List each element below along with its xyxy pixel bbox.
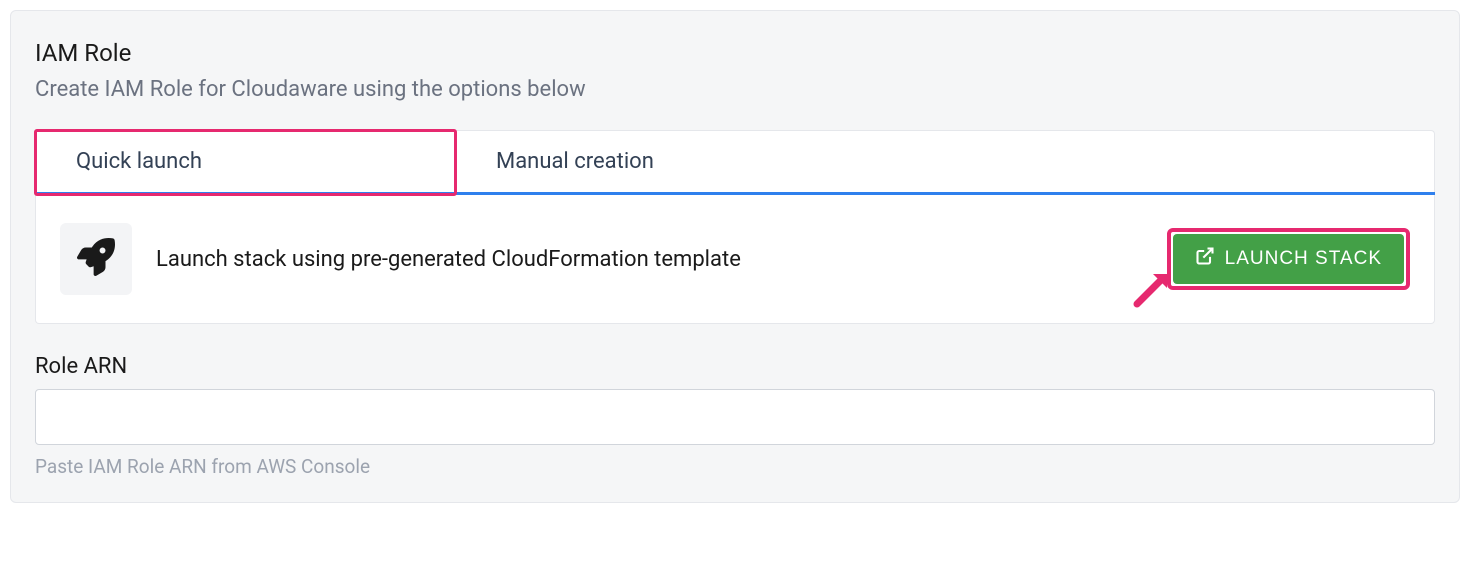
annotation-highlight-button: LAUNCH STACK: [1167, 228, 1410, 290]
launch-button-label: LAUNCH STACK: [1225, 248, 1382, 270]
launch-description: Launch stack using pre-generated CloudFo…: [156, 247, 1143, 272]
external-link-icon: [1195, 246, 1215, 272]
launch-stack-button[interactable]: LAUNCH STACK: [1173, 234, 1404, 284]
annotation-arrow-icon: [1133, 266, 1175, 308]
tab-label: Quick launch: [76, 149, 202, 174]
section-title: IAM Role: [35, 39, 1435, 67]
role-arn-input[interactable]: [35, 389, 1435, 445]
tab-quick-launch[interactable]: Quick launch: [35, 130, 455, 192]
quick-launch-content: Launch stack using pre-generated CloudFo…: [35, 195, 1435, 324]
section-subtitle: Create IAM Role for Cloudaware using the…: [35, 77, 1435, 102]
rocket-icon: [77, 238, 115, 280]
rocket-icon-box: [60, 223, 132, 295]
iam-role-panel: IAM Role Create IAM Role for Cloudaware …: [10, 10, 1460, 503]
tab-label: Manual creation: [496, 149, 654, 174]
tab-manual-creation[interactable]: Manual creation: [455, 130, 1435, 192]
role-arn-helper: Paste IAM Role ARN from AWS Console: [35, 455, 1435, 478]
role-arn-label: Role ARN: [35, 354, 1435, 379]
tabs-bar: Quick launch Manual creation: [35, 130, 1435, 195]
